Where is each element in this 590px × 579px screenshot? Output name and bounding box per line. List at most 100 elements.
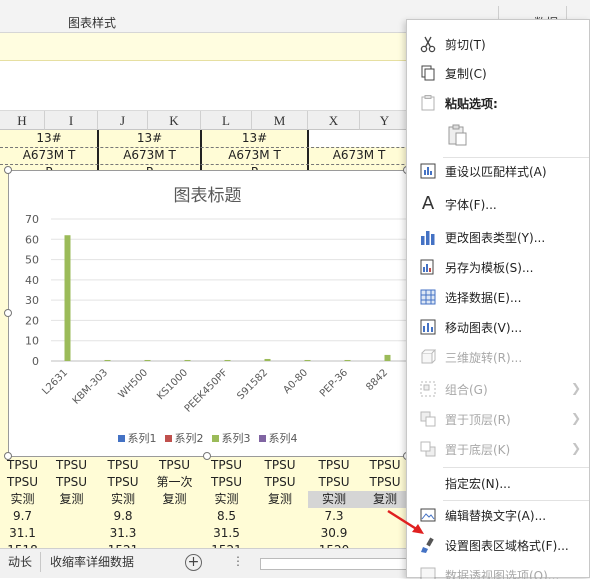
sheet-tab-shrinkage-details[interactable]: 收缩率详细数据: [42, 552, 142, 572]
tabs-more-icon[interactable]: ⋮: [232, 554, 244, 568]
cell[interactable]: 实测: [201, 491, 252, 508]
cell[interactable]: [45, 508, 98, 525]
cell[interactable]: [45, 525, 98, 542]
menu-item-assign-macro[interactable]: 指定宏(N)...: [407, 469, 590, 497]
cell[interactable]: TPSU: [45, 474, 98, 491]
menu-item-reset-style[interactable]: 重设以匹配样式(A): [407, 157, 590, 185]
resize-handle[interactable]: [4, 166, 12, 174]
column-header-X[interactable]: X: [308, 111, 360, 130]
menu-item-move-chart[interactable]: 移动图表(V)...: [407, 313, 590, 341]
menu-item-select-data[interactable]: 选择数据(E)...: [407, 283, 590, 311]
cell[interactable]: TPSU: [148, 457, 201, 474]
menu-item-copy[interactable]: 复制(C): [407, 59, 590, 87]
legend-item[interactable]: 系列2: [164, 430, 204, 446]
cell[interactable]: 8.5: [201, 508, 252, 525]
cell[interactable]: 7.3: [308, 508, 360, 525]
cell[interactable]: 13#: [98, 130, 201, 147]
legend-item[interactable]: 系列1: [117, 430, 157, 446]
cell[interactable]: 31.3: [98, 525, 148, 542]
paste-option-button[interactable]: [407, 119, 590, 153]
cell[interactable]: 31.1: [0, 525, 45, 542]
column-header-I[interactable]: I: [45, 111, 98, 130]
chart-bar[interactable]: [304, 359, 311, 361]
column-header-H[interactable]: H: [0, 111, 45, 130]
cell[interactable]: 复测: [45, 491, 98, 508]
chart-bar[interactable]: [184, 359, 191, 361]
sheet-tab-partial[interactable]: 动长: [0, 552, 42, 572]
cell[interactable]: A673M T: [201, 147, 308, 164]
cell[interactable]: A673M T: [0, 147, 98, 164]
cell[interactable]: 复测: [252, 491, 308, 508]
cell[interactable]: [308, 130, 410, 147]
menu-item-change-chart-type[interactable]: 更改图表类型(Y)...: [407, 223, 590, 251]
legend-label: 系列3: [221, 432, 251, 445]
column-header-M[interactable]: M: [252, 111, 308, 130]
menu-item-bring-to-front[interactable]: 置于顶层(R) ❯: [407, 405, 590, 433]
cell[interactable]: 实测: [0, 491, 45, 508]
cell[interactable]: 13#: [201, 130, 308, 147]
cell[interactable]: TPSU: [252, 474, 308, 491]
cell[interactable]: TPSU: [308, 457, 360, 474]
menu-label: 指定宏(N)...: [445, 477, 511, 491]
cell[interactable]: [148, 508, 201, 525]
add-sheet-button[interactable]: +: [185, 554, 202, 571]
cell[interactable]: 实测: [308, 491, 360, 508]
chart-bar[interactable]: [224, 359, 231, 361]
menu-item-send-to-back[interactable]: 置于底层(K) ❯: [407, 435, 590, 463]
cell[interactable]: 30.9: [308, 525, 360, 542]
chart-bar[interactable]: [104, 359, 111, 361]
cell[interactable]: TPSU: [0, 474, 45, 491]
column-header-L[interactable]: L: [201, 111, 252, 130]
menu-item-cut[interactable]: 剪切(T): [407, 30, 590, 58]
cell[interactable]: [252, 508, 308, 525]
cell[interactable]: 实测: [98, 491, 148, 508]
cell[interactable]: A673M T: [308, 147, 410, 164]
chart-bar[interactable]: [384, 354, 391, 361]
cell[interactable]: TPSU: [360, 474, 410, 491]
menu-item-save-template[interactable]: 另存为模板(S)...: [407, 253, 590, 281]
menu-label: 另存为模板(S)...: [445, 261, 534, 275]
cell[interactable]: 13#: [0, 130, 98, 147]
cell[interactable]: 复测: [360, 491, 410, 508]
cell[interactable]: 9.8: [98, 508, 148, 525]
cell[interactable]: TPSU: [45, 457, 98, 474]
menu-item-format-chart-area[interactable]: 设置图表区域格式(F)...: [407, 531, 590, 559]
cell[interactable]: TPSU: [308, 474, 360, 491]
menu-item-edit-alt-text[interactable]: 编辑替换文字(A)...: [407, 501, 590, 529]
x-tick-label: PEEK450PF: [183, 367, 231, 415]
menu-item-3d-rotation[interactable]: 三维旋转(R)...: [407, 343, 590, 371]
menu-item-font[interactable]: A 字体(F)...: [407, 190, 590, 218]
cell[interactable]: 第一次: [148, 474, 201, 491]
menu-item-group[interactable]: 组合(G) ❯: [407, 375, 590, 403]
cell[interactable]: 31.5: [201, 525, 252, 542]
chart-plot[interactable]: 010203040506070L2631 KBM-303 WH500 KS1000PE…: [9, 171, 406, 456]
menu-separator: [443, 467, 589, 468]
horizontal-scrollbar[interactable]: [260, 558, 410, 570]
legend-item[interactable]: 系列4: [258, 430, 298, 446]
chart-bar[interactable]: [264, 358, 271, 361]
cell[interactable]: TPSU: [360, 457, 410, 474]
menu-label: 三维旋转(R)...: [445, 351, 523, 365]
cell[interactable]: [252, 525, 308, 542]
chart-bar[interactable]: [144, 359, 151, 361]
resize-handle[interactable]: [4, 452, 12, 460]
cell[interactable]: A673M T: [98, 147, 201, 164]
column-header-J[interactable]: J: [98, 111, 148, 130]
chart-bar[interactable]: [64, 235, 71, 361]
cell[interactable]: TPSU: [98, 474, 148, 491]
legend-item[interactable]: 系列3: [211, 430, 251, 446]
cell[interactable]: TPSU: [201, 474, 252, 491]
column-header-Y[interactable]: Y: [360, 111, 410, 130]
cell[interactable]: 9.7: [0, 508, 45, 525]
menu-item-pivot-options[interactable]: 数据透视图选项(O)...: [407, 561, 590, 579]
resize-handle[interactable]: [4, 309, 12, 317]
resize-handle[interactable]: [203, 452, 211, 460]
cell[interactable]: TPSU: [252, 457, 308, 474]
chart-bar[interactable]: [344, 359, 351, 361]
cell[interactable]: 复测: [148, 491, 201, 508]
chart-legend[interactable]: 系列1 系列2 系列3 系列4: [9, 430, 406, 446]
chart-area[interactable]: 图表标题 0 10 20 30 40 50 60 70 L2631 KBM-303 WH500 KS1…: [8, 170, 407, 457]
cell[interactable]: TPSU: [98, 457, 148, 474]
cell[interactable]: [148, 525, 201, 542]
column-header-K[interactable]: K: [148, 111, 201, 130]
